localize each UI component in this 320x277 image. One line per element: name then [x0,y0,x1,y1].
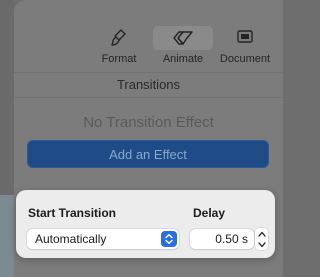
animate-tab-button[interactable]: Animate [151,26,215,68]
start-transition-popover: Start Transition Delay Automatically 0.5… [16,190,275,258]
start-transition-value: Automatically [35,232,107,246]
delay-value: 0.50 s [215,232,248,246]
effect-title: No Transition Effect [83,114,214,131]
chevron-up-icon[interactable] [255,228,268,239]
delay-field[interactable]: 0.50 s [190,229,254,249]
delay-label: Delay [193,206,226,220]
paintbrush-icon [111,29,127,52]
animate-tab-label: Animate [162,53,204,65]
start-transition-label: Start Transition [28,206,117,220]
slide-canvas-band [0,195,14,277]
document-icon [236,29,254,50]
add-effect-button[interactable]: Add an Effect [27,140,269,168]
up-down-chevron-icon [161,231,177,247]
toolbar-divider [14,72,283,73]
document-tab-label: Document [219,53,271,65]
start-transition-select[interactable]: Automatically [27,229,179,249]
delay-stepper[interactable] [255,228,268,250]
section-divider [14,97,283,98]
format-tab-label: Format [101,53,137,65]
slide-canvas-edge [0,0,14,277]
chevron-down-icon[interactable] [255,239,268,250]
format-tab-button[interactable]: Format [89,26,149,68]
section-title: Transitions [116,77,181,92]
document-tab-button[interactable]: Document [215,26,275,68]
diamond-icon [172,29,194,52]
